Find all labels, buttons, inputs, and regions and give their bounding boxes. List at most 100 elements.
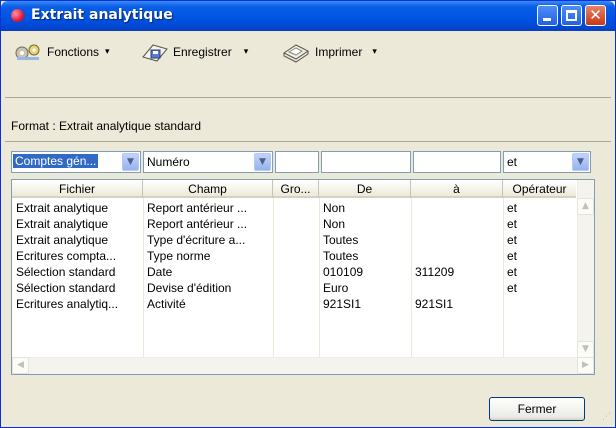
printer-icon: [283, 44, 309, 63]
table-row[interactable]: Ecritures analytiq... Activité 921SI1 92…: [12, 296, 576, 312]
resize-grip-icon[interactable]: ⋰: [599, 411, 611, 423]
cell-field: Date: [147, 265, 173, 279]
cell-from: Non: [323, 201, 346, 215]
cell-field: Activité: [147, 297, 186, 311]
scroll-up-icon[interactable]: ▲: [577, 198, 594, 215]
column-header[interactable]: à: [411, 180, 503, 198]
horizontal-scrollbar[interactable]: ◀ ▶: [12, 357, 594, 374]
cell-file: Sélection standard: [16, 265, 116, 279]
cell-from: Non: [323, 217, 346, 231]
cell-group: [273, 232, 319, 248]
chevron-down-icon: ▾: [105, 47, 110, 57]
column-header[interactable]: Gro...: [273, 180, 319, 198]
maximize-button[interactable]: [561, 5, 582, 26]
cell-operator: et: [507, 201, 518, 215]
cell-group: [273, 296, 319, 312]
scroll-left-icon[interactable]: ◀: [12, 357, 29, 374]
format-label: Format : Extrait analytique standard: [11, 119, 202, 133]
cell-to: [411, 280, 503, 296]
table-body: Extrait analytique Report antérieur ... …: [12, 200, 576, 312]
cell-to: [411, 232, 503, 248]
cell-file: Extrait analytique: [16, 217, 109, 231]
table-row[interactable]: Extrait analytique Type d'écriture a... …: [12, 232, 576, 248]
table-row[interactable]: Extrait analytique Report antérieur ... …: [12, 216, 576, 232]
cell-operator: et: [507, 265, 518, 279]
scroll-down-icon[interactable]: ▼: [577, 341, 594, 358]
app-icon: [11, 9, 24, 22]
account-type-value: Comptes gén...: [13, 154, 99, 168]
cell-file: Sélection standard: [16, 281, 116, 295]
cell-operator: et: [507, 249, 518, 263]
minimize-button[interactable]: [537, 5, 558, 26]
window-title: Extrait analytique: [31, 7, 173, 23]
criteria-table: Fichier Champ Gro... De à Opérateur Extr…: [11, 179, 595, 375]
column-header[interactable]: Champ: [143, 180, 273, 198]
cell-file: Extrait analytique: [16, 201, 109, 215]
cell-file: Ecritures analytiq...: [16, 297, 119, 311]
print-menu-button[interactable]: Imprimer ▾: [281, 41, 377, 63]
chevron-down-icon: ▾: [372, 47, 377, 57]
column-header[interactable]: Opérateur: [503, 180, 576, 198]
chevron-down-icon[interactable]: ▼: [572, 153, 589, 171]
close-dialog-button[interactable]: Fermer: [489, 397, 585, 421]
cell-operator: et: [507, 281, 518, 295]
cell-from: Toutes: [323, 233, 359, 247]
operator-combo[interactable]: et ▼: [503, 151, 591, 173]
cell-from: 921SI1: [323, 297, 362, 311]
group-input[interactable]: [275, 151, 319, 173]
scroll-right-icon[interactable]: ▶: [577, 357, 594, 374]
field-value: Numéro: [147, 155, 190, 169]
minimize-icon: [543, 18, 551, 21]
filter-row: Comptes gén... ▼ Numéro ▼ et ▼: [11, 151, 595, 173]
cell-group: [273, 264, 319, 280]
to-input[interactable]: [413, 151, 501, 173]
save-menu-button[interactable]: Enregistrer ▾: [139, 41, 248, 63]
cell-from: 010109: [323, 265, 364, 279]
cell-from: Toutes: [323, 249, 359, 263]
table-row[interactable]: Sélection standard Devise d'édition Euro…: [12, 280, 576, 296]
save-label: Enregistrer: [173, 45, 232, 59]
cell-to: [411, 216, 503, 232]
field-combo[interactable]: Numéro ▼: [143, 151, 273, 173]
cell-group: [273, 216, 319, 232]
from-input[interactable]: [321, 151, 411, 173]
cell-file: Ecritures compta...: [16, 249, 117, 263]
chevron-down-icon[interactable]: ▼: [122, 153, 139, 171]
cell-operator: et: [507, 217, 518, 231]
account-type-combo[interactable]: Comptes gén... ▼: [11, 151, 141, 173]
save-icon: [142, 44, 168, 62]
chevron-down-icon: ▾: [243, 47, 249, 57]
column-header[interactable]: De: [319, 180, 411, 198]
column-header[interactable]: Fichier: [12, 180, 143, 198]
cell-to: 921SI1: [415, 297, 454, 311]
close-icon: ✕: [589, 6, 602, 24]
functions-menu-button[interactable]: Fonctions ▾: [13, 41, 110, 63]
cell-file: Extrait analytique: [16, 233, 109, 247]
cell-operator: et: [507, 233, 518, 247]
cell-field: Type d'écriture a...: [147, 233, 246, 247]
close-button[interactable]: ✕: [585, 5, 606, 26]
title-bar[interactable]: Extrait analytique ✕: [1, 1, 615, 31]
toolbar: Fonctions ▾ Enregistrer ▾ Imprimer ▾: [5, 35, 611, 69]
maximize-icon: [566, 10, 577, 21]
divider: [5, 141, 611, 142]
gears-icon: [15, 44, 40, 60]
cell-from: Euro: [323, 281, 349, 295]
cell-field: Devise d'édition: [147, 281, 232, 295]
cell-to: 311209: [415, 265, 455, 279]
table-row[interactable]: Extrait analytique Report antérieur ... …: [12, 200, 576, 216]
dialog-window: Extrait analytique ✕ Fonctions ▾ Enregis…: [0, 0, 616, 428]
cell-group: [273, 280, 319, 296]
table-header: Fichier Champ Gro... De à Opérateur: [12, 180, 576, 198]
cell-field: Type norme: [147, 249, 211, 263]
functions-label: Fonctions: [47, 45, 100, 59]
print-label: Imprimer: [315, 45, 363, 59]
operator-value: et: [507, 155, 518, 169]
chevron-down-icon[interactable]: ▼: [254, 153, 271, 171]
vertical-scrollbar[interactable]: ▲ ▼: [577, 180, 594, 358]
table-row[interactable]: Ecritures compta... Type norme Toutes et: [12, 248, 576, 264]
table-row[interactable]: Sélection standard Date 010109 311209 et: [12, 264, 576, 280]
cell-field: Report antérieur ...: [147, 217, 248, 231]
cell-field: Report antérieur ...: [147, 201, 248, 215]
cell-group: [273, 248, 319, 264]
